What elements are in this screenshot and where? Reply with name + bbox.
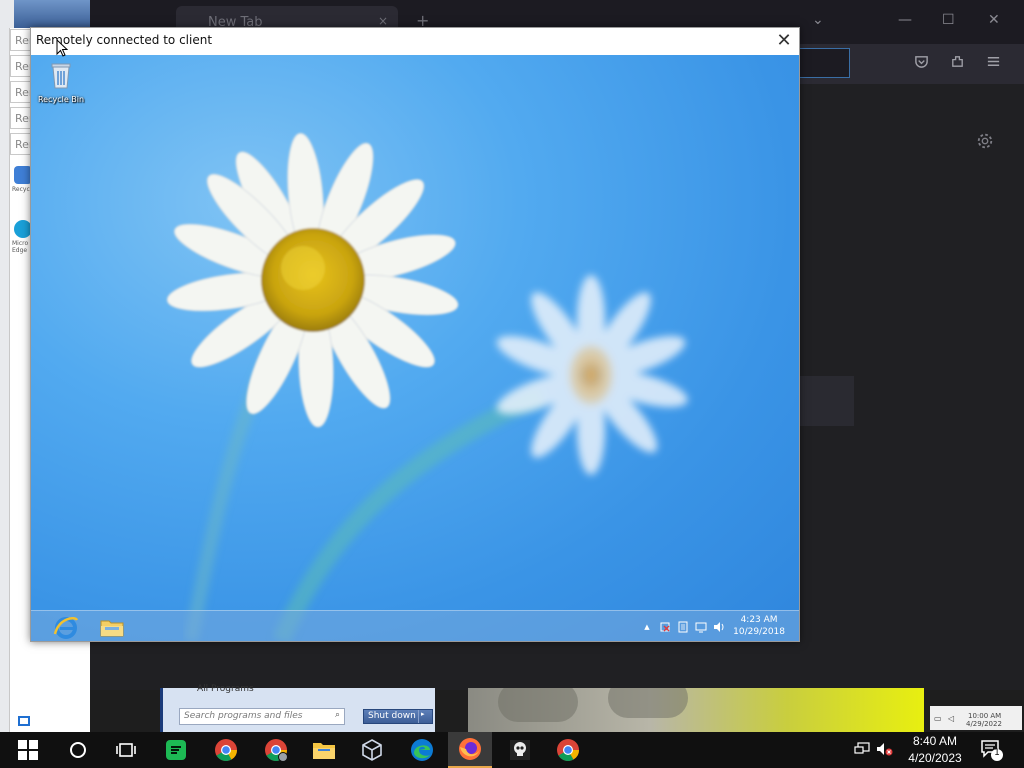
task-view-icon[interactable] — [104, 732, 148, 768]
host-start-menu: All Programs Search programs and files ⌕… — [160, 684, 435, 732]
chrome-icon[interactable] — [546, 732, 590, 768]
network-icon[interactable] — [854, 742, 870, 760]
firefox-icon[interactable] — [448, 732, 492, 768]
extensions-icon[interactable] — [950, 54, 965, 73]
notification-center-icon[interactable]: 1 — [980, 738, 1004, 762]
shortcut-tile[interactable] — [800, 376, 854, 426]
flower-wallpaper — [166, 133, 688, 641]
window-icon[interactable] — [18, 716, 30, 726]
file-explorer-icon[interactable] — [302, 732, 346, 768]
host-clock[interactable]: 8:40 AM 4/20/2023 — [900, 732, 970, 768]
remote-viewer-window: Remotely connected to client ✕ Recycle B… — [30, 27, 800, 642]
window-thumbnail — [14, 0, 90, 28]
action-center-flag-icon[interactable] — [659, 621, 671, 633]
remote-time: 4:23 AM — [740, 615, 778, 625]
cortana-search-icon[interactable] — [56, 732, 100, 768]
remote-clock[interactable]: 4:23 AM 10/29/2018 — [733, 614, 785, 638]
keyboard-icon[interactable] — [677, 621, 689, 633]
remote-taskbar: ▲ 4:23 AM 10/29/2018 — [31, 610, 799, 641]
remote-window-titlebar[interactable]: Remotely connected to client ✕ — [31, 28, 799, 55]
search-icon[interactable]: ⌕ — [335, 710, 340, 720]
notification-count: 1 — [994, 748, 1000, 758]
windows-start-icon[interactable] — [6, 732, 50, 768]
gear-icon[interactable] — [976, 132, 994, 155]
speaker-icon: ◁ — [948, 714, 955, 723]
host-time: 8:40 AM — [912, 734, 958, 748]
recycle-bin-icon — [51, 63, 71, 89]
chrome-icon[interactable] — [204, 732, 248, 768]
remote-desktop[interactable]: Recycle Bin ▲ 4:23 AM 10/29/2018 — [31, 55, 799, 641]
search-placeholder: Search programs and files — [184, 711, 303, 721]
volume-muted-icon[interactable] — [876, 742, 894, 760]
minimize-button[interactable]: — — [898, 12, 912, 28]
sheets-app-icon[interactable] — [154, 732, 198, 768]
remote-date: 10/29/2018 — [733, 627, 785, 637]
host-overlay-tray: ▭ ◁ 10:00 AM 4/29/2022 — [930, 706, 1022, 730]
wallpaper-shape — [498, 688, 578, 722]
chrome-profile-icon[interactable] — [254, 732, 298, 768]
shutdown-button[interactable]: Shut down ▸ — [363, 709, 433, 724]
mouse-cursor-icon — [56, 39, 68, 57]
overlay-date: 4/29/2022 — [966, 720, 1002, 728]
host-date: 4/20/2023 — [908, 751, 962, 765]
volume-icon[interactable] — [713, 621, 725, 633]
remote-system-tray: ▲ — [641, 619, 725, 635]
close-icon[interactable]: ✕ — [773, 30, 795, 52]
shutdown-label: Shut down — [368, 711, 416, 721]
file-explorer-icon[interactable] — [99, 615, 125, 639]
pocket-icon[interactable] — [914, 54, 929, 73]
wallpaper-shape — [608, 688, 688, 718]
virtualbox-icon[interactable] — [350, 732, 394, 768]
close-button[interactable]: ✕ — [988, 12, 1000, 28]
search-input[interactable]: Search programs and files ⌕ — [179, 708, 345, 725]
host-taskbar: 8:40 AM 4/20/2023 1 — [0, 732, 1024, 768]
recycle-bin-shortcut[interactable]: Recycle Bin — [37, 61, 85, 104]
desktop-icon-label: Micro Edge — [12, 240, 29, 254]
internet-explorer-icon[interactable] — [53, 614, 79, 640]
all-programs-link[interactable]: All Programs — [197, 684, 254, 694]
overlay-time: 10:00 AM — [968, 712, 1002, 720]
show-hidden-icons-icon[interactable]: ▲ — [641, 621, 653, 633]
url-bar[interactable] — [796, 48, 850, 78]
hamburger-menu-icon[interactable] — [986, 54, 1001, 73]
recycle-bin-label: Recycle Bin — [37, 95, 85, 104]
network-icon[interactable] — [695, 621, 707, 633]
shutdown-options-arrow-icon[interactable]: ▸ — [418, 710, 430, 723]
edge-icon[interactable] — [400, 732, 444, 768]
background-wallpaper-strip — [468, 688, 924, 732]
tab-close-icon[interactable]: × — [378, 14, 388, 28]
skull-app-icon[interactable] — [498, 732, 542, 768]
maximize-button[interactable]: ☐ — [942, 12, 955, 28]
list-all-tabs-icon[interactable]: ⌄ — [812, 12, 824, 28]
monitor-icon: ▭ — [934, 714, 942, 723]
